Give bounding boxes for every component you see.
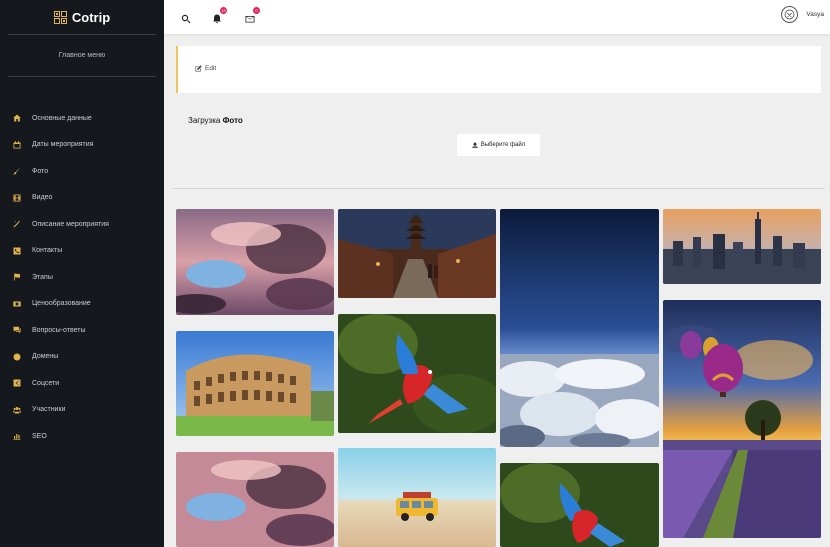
logo-icon xyxy=(53,10,67,24)
notifications-bell-icon[interactable]: 13 xyxy=(212,7,227,24)
search-icon[interactable] xyxy=(181,11,192,24)
home-icon xyxy=(12,114,21,123)
flag-icon xyxy=(12,273,21,282)
chat-icon xyxy=(12,326,21,335)
magic-wand-icon xyxy=(12,220,21,229)
sidebar-item-stages[interactable]: Этапы xyxy=(0,264,164,291)
sidebar-item-label: Соцсети xyxy=(32,379,60,387)
sidebar-item-socials[interactable]: Соцсети xyxy=(0,370,164,397)
sidebar-item-label: Контакты xyxy=(32,247,63,255)
avatar xyxy=(781,6,799,23)
money-icon xyxy=(12,299,21,308)
sidebar-item-contacts[interactable]: Контакты xyxy=(0,238,164,265)
sidebar-item-label: Даты мероприятия xyxy=(32,141,94,149)
edit-card: Edit xyxy=(176,46,821,93)
sidebar-item-video[interactable]: Видео xyxy=(0,185,164,212)
sidebar-item-dates[interactable]: Даты мероприятия xyxy=(0,132,164,159)
sidebar-item-label: Вопросы-ответы xyxy=(32,326,86,334)
username: Vasya xyxy=(806,11,824,18)
logo[interactable]: Cotrip xyxy=(0,0,164,34)
sidebar-item-label: Видео xyxy=(32,194,53,202)
sidebar-item-label: Домены xyxy=(32,353,59,361)
photo-colosseum[interactable] xyxy=(176,331,334,436)
sidebar-item-label: Фото xyxy=(32,167,49,175)
notifications-badge: 13 xyxy=(220,7,227,14)
photo-city-skyline[interactable] xyxy=(663,209,821,284)
bar-chart-icon xyxy=(12,432,21,441)
brush-icon xyxy=(12,167,21,176)
globe-icon xyxy=(12,352,21,361)
sidebar-item-label: SEO xyxy=(32,432,47,440)
photo-parrot[interactable] xyxy=(338,314,496,433)
sidebar-item-photo[interactable]: Фото xyxy=(0,158,164,185)
sidebar-item-participants[interactable]: Участники xyxy=(0,397,164,424)
sidebar-item-description[interactable]: Описание мероприятия xyxy=(0,211,164,238)
sidebar-item-domains[interactable]: Домены xyxy=(0,344,164,371)
sidebar-item-label: Ценообразование xyxy=(32,300,91,308)
photo-parrot-2[interactable] xyxy=(500,463,659,547)
upload-icon xyxy=(472,142,478,148)
photo-hot-air-balloons[interactable] xyxy=(663,300,821,538)
messages-badge: 0 xyxy=(253,7,260,14)
photo-clouds-pink-2[interactable] xyxy=(176,452,334,547)
sidebar-item-label: Описание мероприятия xyxy=(32,220,109,228)
sidebar-item-faq[interactable]: Вопросы-ответы xyxy=(0,317,164,344)
sidebar-item-pricing[interactable]: Ценообразование xyxy=(0,291,164,318)
calendar-icon xyxy=(12,140,21,149)
sidebar-nav: Основные данные Даты мероприятия Фото Ви… xyxy=(0,105,164,450)
top-bar: 13 0 Vasya xyxy=(164,0,830,34)
sidebar-divider xyxy=(8,76,156,77)
sidebar-item-label: Основные данные xyxy=(32,114,92,122)
main-menu-label: Главное меню xyxy=(58,52,106,59)
edit-icon xyxy=(195,65,202,72)
upload-title-prefix: Загрузка xyxy=(188,116,221,125)
photo-clouds-pink[interactable] xyxy=(176,209,334,315)
sidebar-item-label: Этапы xyxy=(32,273,53,281)
messages-envelope-icon[interactable]: 0 xyxy=(245,7,260,23)
user-menu[interactable]: Vasya xyxy=(781,6,824,23)
photo-sky-above-clouds[interactable] xyxy=(500,209,659,447)
share-icon xyxy=(12,379,21,388)
sidebar: Cotrip Главное меню Основные данные Даты… xyxy=(0,0,164,547)
choose-file-button[interactable]: Выберите файл xyxy=(457,134,540,156)
film-icon xyxy=(12,193,21,202)
sidebar-item-label: Участники xyxy=(32,406,66,414)
choose-file-label: Выберите файл xyxy=(480,142,526,148)
edit-label: Edit xyxy=(205,65,217,72)
edit-link[interactable]: Edit xyxy=(195,65,216,72)
content-divider xyxy=(173,188,825,189)
sidebar-item-main-data[interactable]: Основные данные xyxy=(0,105,164,132)
users-icon xyxy=(12,405,21,414)
photo-japan-street[interactable] xyxy=(338,209,496,298)
upload-title-bold: Фото xyxy=(222,116,243,125)
upload-section-title: Загрузка Фото xyxy=(188,116,243,125)
logo-text: Cotrip xyxy=(71,9,111,25)
sidebar-item-seo[interactable]: SEO xyxy=(0,423,164,450)
phone-icon xyxy=(12,246,21,255)
photo-toy-van-beach[interactable] xyxy=(338,448,496,547)
